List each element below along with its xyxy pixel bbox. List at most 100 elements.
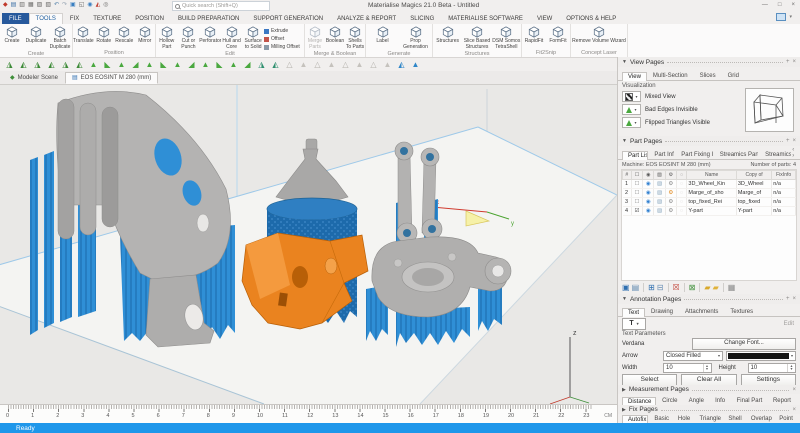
annotation-pages-header[interactable]: ▼ Annotation Pages + × — [618, 294, 800, 304]
viewport-3d[interactable]: x y z — [0, 85, 617, 404]
tab-textures[interactable]: Textures — [724, 307, 759, 316]
select-checkbox[interactable]: ☐ — [631, 188, 644, 198]
tab-view[interactable]: View — [622, 72, 647, 81]
viewport-tool-icon-8[interactable]: ◣ — [101, 58, 114, 71]
tab-circle[interactable]: Circle — [656, 396, 683, 405]
select-checkbox[interactable]: ☐ — [631, 179, 644, 189]
ribbon-tab-tools[interactable]: TOOLS — [28, 13, 63, 24]
ribbon-button-shells-to-parts[interactable]: Shells To Parts — [345, 26, 365, 50]
ribbon-button-duplicate[interactable]: Duplicate — [24, 26, 48, 50]
orientation-cube[interactable] — [745, 88, 794, 132]
viewport-tool-icon-13[interactable]: ▲ — [171, 58, 184, 71]
stepper-arrows[interactable]: ▲ ▼ — [787, 364, 795, 372]
tab-streamics-part-info[interactable]: Streamics Part Info — [714, 150, 759, 159]
ribbon-tab-file[interactable]: FILE — [2, 13, 29, 24]
tab-part-fixing-info[interactable]: Part Fixing Info — [675, 150, 713, 159]
ribbon-button-prop-generation[interactable]: Prop Generation — [399, 26, 432, 50]
viewport-tool-icon-1[interactable]: ◮ — [3, 58, 16, 71]
select-parts-icon[interactable]: ▣ — [622, 282, 630, 293]
viewport-tool-icon-28[interactable]: ▲ — [381, 58, 394, 71]
part-settings-icon[interactable]: ⚙ — [665, 197, 677, 207]
app-logo-icon[interactable]: ◆ — [3, 1, 8, 10]
tab-hole[interactable]: Hole — [672, 414, 694, 423]
scene-tab-eos-eosint-m-280-mm[interactable]: ▤ EOS EOSINT M 280 (mm) — [64, 72, 159, 84]
undo-icon[interactable]: ↶ — [54, 1, 59, 10]
search-icon[interactable]: ◎ — [103, 1, 108, 10]
ribbon-button-structures[interactable]: Structures — [433, 26, 462, 50]
viewport-tool-icon-2[interactable]: ◭ — [17, 58, 30, 71]
visibility-icon[interactable]: ◉ — [642, 197, 655, 207]
view-option-button[interactable]: ▾ — [622, 117, 641, 128]
viewport-tool-icon-16[interactable]: ◣ — [213, 58, 226, 71]
stepper-arrows[interactable]: ▲ ▼ — [702, 364, 711, 372]
delete-platform-icon[interactable]: ☒ — [673, 282, 680, 293]
ribbon-button-offset[interactable]: Offset — [263, 36, 304, 42]
tab-report[interactable]: Report — [767, 396, 796, 405]
part-row[interactable]: 4 ☑ ◉ ▧ ⚙ ◌ Y-part Y-part n/a — [622, 206, 796, 216]
part-settings-icon[interactable]: ⚙ — [665, 206, 677, 216]
viewport-tool-icon-30[interactable]: ▲ — [409, 58, 422, 71]
viewport-tool-icon-20[interactable]: ◭ — [269, 58, 282, 71]
width-stepper[interactable]: 10 ▲ ▼ — [663, 363, 712, 373]
tab-triangle[interactable]: Triangle — [694, 414, 723, 423]
ribbon-button-extrude[interactable]: Extrude — [263, 28, 304, 34]
close-button[interactable]: × — [791, 1, 795, 9]
select-checkbox[interactable]: ☐ — [631, 197, 644, 207]
ribbon-button-hollow-part[interactable]: Hollow Part — [156, 26, 178, 50]
tab-attachments[interactable]: Attachments — [679, 307, 724, 316]
viewport-tool-icon-11[interactable]: ▲ — [143, 58, 156, 71]
ribbon-tab-fix[interactable]: FIX — [63, 13, 86, 24]
ribbon-button-formfit[interactable]: FormFit — [546, 26, 570, 49]
ribbon-tab-materialise-software[interactable]: MATERIALISE SOFTWARE — [441, 13, 530, 24]
tab-slices[interactable]: Slices — [694, 71, 722, 80]
ribbon-button-rescale[interactable]: Rescale — [114, 26, 135, 49]
column-[interactable]: # — [622, 170, 632, 180]
viewport-tool-icon-10[interactable]: ◢ — [129, 58, 142, 71]
tab-info[interactable]: Info — [709, 396, 730, 405]
viewport-tool-icon-29[interactable]: ◭ — [395, 58, 408, 71]
ribbon-button-rapidfit[interactable]: RapidFit — [522, 26, 546, 49]
viewport-tool-icon-22[interactable]: ▲ — [297, 58, 310, 71]
viewport-tool-icon-7[interactable]: ▲ — [87, 58, 100, 71]
ribbon-button-slice-based-structures[interactable]: Slice Based Structures — [462, 26, 491, 50]
part-row[interactable]: 2 ☐ ◉ ▧ ⚙ ◌ Marge_of_sho Marge_of n/a — [622, 188, 796, 198]
viewport-tool-icon-6[interactable]: ◭ — [73, 58, 86, 71]
tab-point[interactable]: Point — [773, 414, 796, 423]
viewport-tool-icon-18[interactable]: ◢ — [241, 58, 254, 71]
ribbon-button-dsm-somos-tetrashell[interactable]: DSM Somos TetraShell — [492, 26, 521, 50]
redo-icon[interactable]: ↷ — [62, 1, 67, 10]
close-icon[interactable]: × — [792, 137, 796, 145]
text-annotation-tool-button[interactable]: T ▾ — [622, 317, 646, 330]
view-mode-icon[interactable]: ▣ — [70, 1, 76, 10]
ribbon-button-surface-to-solid[interactable]: Surface to Solid — [242, 26, 264, 50]
ribbon-tab-options-help[interactable]: OPTIONS & HELP — [559, 13, 623, 24]
duplicate-platform-icon[interactable]: ⊟ — [657, 282, 664, 293]
view-pages-header[interactable]: ▼ View Pages + × — [618, 57, 800, 67]
ribbon-tab-support-generation[interactable]: SUPPORT GENERATION — [246, 13, 330, 24]
viewport-tool-icon-27[interactable]: △ — [367, 58, 380, 71]
viewport-tool-icon-21[interactable]: △ — [283, 58, 296, 71]
arrow-color-select[interactable]: ▾ — [726, 351, 796, 361]
tab-streamics-p[interactable]: Streamics P — [759, 150, 792, 159]
ribbon-button-boolean[interactable]: Boolean — [325, 26, 345, 50]
ribbon-button-perforator[interactable]: Perforator — [199, 26, 221, 50]
ribbon-button-cut-or-punch[interactable]: Cut or Punch — [178, 26, 200, 50]
ribbon-button-remove-volume-wizard[interactable]: Remove Volume Wizard — [571, 26, 627, 49]
part-color-icon[interactable]: ▧ — [653, 179, 666, 189]
ribbon-button-mirror[interactable]: Mirror — [135, 26, 156, 49]
import-part-icon[interactable]: ▨ — [37, 1, 43, 10]
tab-shell[interactable]: Shell — [722, 414, 744, 423]
restore-button[interactable]: □ — [778, 1, 782, 9]
part-color-icon[interactable]: ▧ — [653, 188, 666, 198]
load-parts-icon[interactable]: ▰ — [704, 282, 710, 293]
open-icon[interactable]: ▥ — [19, 1, 25, 10]
ribbon-button-batch-duplicate[interactable]: Batch Duplicate — [48, 26, 72, 50]
ribbon-tab-view[interactable]: VIEW — [530, 13, 559, 24]
viewport-tool-icon-17[interactable]: ▲ — [227, 58, 240, 71]
unload-parts-icon[interactable]: ▦ — [728, 282, 736, 293]
viewport-tool-icon-4[interactable]: ◭ — [45, 58, 58, 71]
view-option-button[interactable]: ▾ — [622, 104, 641, 115]
select-checkbox[interactable]: ☑ — [631, 206, 644, 216]
close-icon[interactable]: × — [792, 58, 796, 66]
pin-icon[interactable]: + — [786, 58, 790, 66]
